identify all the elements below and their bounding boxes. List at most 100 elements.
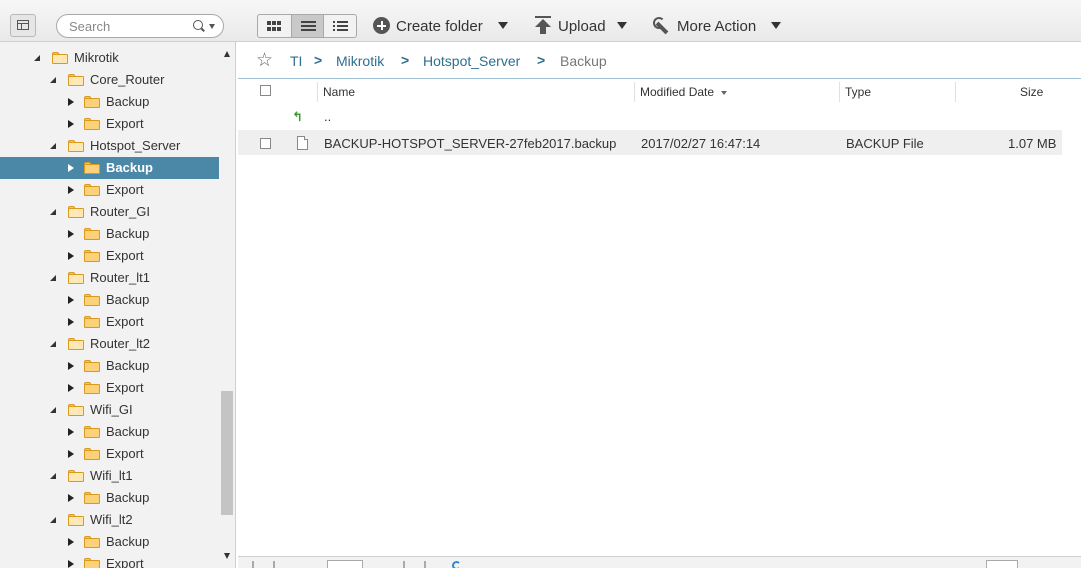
upload-button[interactable]: Upload <box>534 15 634 37</box>
tree-item-child[interactable]: Backup <box>0 223 219 245</box>
tree-item-group[interactable]: Wifi_lt1 <box>0 465 219 487</box>
collapsed-triangle-icon[interactable] <box>68 384 74 392</box>
tree-item-child[interactable]: Backup <box>0 421 219 443</box>
paging-bar <box>238 556 1081 568</box>
tree-item-group[interactable]: Hotspot_Server <box>0 135 219 157</box>
tree-item-child[interactable]: Backup <box>0 157 219 179</box>
search-icon[interactable] <box>193 20 203 30</box>
folder-icon <box>68 272 84 284</box>
tree-item-child[interactable]: Export <box>0 311 219 333</box>
sidebar-scrollbar[interactable] <box>219 42 235 568</box>
previous-page-icon[interactable] <box>273 561 283 568</box>
tree-item-child[interactable]: Backup <box>0 355 219 377</box>
tree-item-child[interactable]: Backup <box>0 487 219 509</box>
tree-item-child[interactable]: Export <box>0 443 219 465</box>
scrollbar-thumb[interactable] <box>221 391 233 515</box>
first-page-icon[interactable] <box>252 561 262 568</box>
column-size[interactable]: Size <box>1020 85 1043 99</box>
thumbnail-view-button[interactable] <box>258 15 291 37</box>
detail-view-button[interactable] <box>324 15 356 37</box>
collapsed-triangle-icon[interactable] <box>68 252 74 260</box>
collapsed-triangle-icon[interactable] <box>68 230 74 238</box>
collapsed-triangle-icon[interactable] <box>68 362 74 370</box>
column-type[interactable]: Type <box>845 85 871 99</box>
breadcrumb-item[interactable]: Hotspot_Server <box>423 53 520 69</box>
upload-icon <box>534 16 552 35</box>
breadcrumb-separator: > <box>401 52 410 68</box>
create-folder-label: Create folder <box>396 18 483 35</box>
refresh-icon[interactable] <box>452 561 461 568</box>
column-modified-date[interactable]: Modified Date <box>640 85 714 99</box>
tree-item-child[interactable]: Backup <box>0 289 219 311</box>
dropdown-caret-icon[interactable] <box>617 22 627 29</box>
folder-icon <box>84 294 100 306</box>
tree-item-group[interactable]: Wifi_lt2 <box>0 509 219 531</box>
select-all-checkbox[interactable] <box>260 85 271 96</box>
tree-item-child[interactable]: Backup <box>0 91 219 113</box>
expanded-triangle-icon[interactable] <box>50 341 56 347</box>
tree-item-group[interactable]: Router_GI <box>0 201 219 223</box>
collapsed-triangle-icon[interactable] <box>68 120 74 128</box>
folder-icon <box>84 228 100 240</box>
dropdown-caret-icon[interactable] <box>498 22 508 29</box>
tree-item-group[interactable]: Router_lt1 <box>0 267 219 289</box>
expanded-triangle-icon[interactable] <box>50 473 56 479</box>
folder-icon <box>68 140 84 152</box>
tree-item-group[interactable]: Core_Router <box>0 69 219 91</box>
toggle-sidebar-button[interactable] <box>10 14 36 37</box>
collapsed-triangle-icon[interactable] <box>68 494 74 502</box>
more-action-button[interactable]: More Action <box>653 15 788 37</box>
tree-item-root[interactable]: Mikrotik <box>0 47 219 69</box>
collapsed-triangle-icon[interactable] <box>68 318 74 326</box>
expanded-triangle-icon[interactable] <box>50 517 56 523</box>
create-folder-button[interactable]: Create folder <box>373 15 513 37</box>
tree-item-label: Wifi_GI <box>90 402 133 417</box>
breadcrumb-item[interactable]: Mikrotik <box>336 53 384 69</box>
row-checkbox[interactable] <box>260 138 271 149</box>
expanded-triangle-icon[interactable] <box>50 275 56 281</box>
star-icon[interactable]: ☆ <box>256 51 273 70</box>
tree-item-group[interactable]: Router_lt2 <box>0 333 219 355</box>
list-icon <box>301 21 316 31</box>
collapsed-triangle-icon[interactable] <box>68 98 74 106</box>
breadcrumb-item[interactable]: TI <box>290 53 302 69</box>
expanded-triangle-icon[interactable] <box>50 143 56 149</box>
scroll-down-arrow-icon[interactable] <box>224 553 230 559</box>
tree-item-label: Export <box>106 116 144 131</box>
table-row[interactable]: BACKUP-HOTSPOT_SERVER-27feb2017.backup 2… <box>238 130 1062 155</box>
tree-item-label: Router_lt2 <box>90 336 150 351</box>
file-list-header: Name Modified Date Type Size <box>238 80 1081 104</box>
chevron-down-icon[interactable] <box>209 24 215 29</box>
collapsed-triangle-icon[interactable] <box>68 538 74 546</box>
expanded-triangle-icon[interactable] <box>34 55 40 61</box>
parent-folder-row[interactable]: ↰ .. <box>238 106 1081 128</box>
collapsed-triangle-icon[interactable] <box>68 296 74 304</box>
tree-item-child[interactable]: Export <box>0 245 219 267</box>
dropdown-caret-icon[interactable] <box>771 22 781 29</box>
tree-item-child[interactable]: Export <box>0 553 219 568</box>
file-modified-date: 2017/02/27 16:47:14 <box>641 136 761 151</box>
page-number-input[interactable] <box>327 560 363 568</box>
last-page-icon[interactable] <box>424 561 434 568</box>
list-view-button[interactable] <box>291 15 324 37</box>
tree-item-child[interactable]: Export <box>0 179 219 201</box>
collapsed-triangle-icon[interactable] <box>68 450 74 458</box>
tree-item-child[interactable]: Export <box>0 377 219 399</box>
collapsed-triangle-icon[interactable] <box>68 428 74 436</box>
collapsed-triangle-icon[interactable] <box>68 560 74 568</box>
expanded-triangle-icon[interactable] <box>50 77 56 83</box>
tree-item-group[interactable]: Wifi_GI <box>0 399 219 421</box>
folder-icon <box>68 404 84 416</box>
scroll-up-arrow-icon[interactable] <box>224 51 230 57</box>
next-page-icon[interactable] <box>403 561 413 568</box>
collapsed-triangle-icon[interactable] <box>68 164 74 172</box>
page-size-select[interactable] <box>986 560 1018 568</box>
collapsed-triangle-icon[interactable] <box>68 186 74 194</box>
column-name[interactable]: Name <box>323 85 355 99</box>
expanded-triangle-icon[interactable] <box>50 209 56 215</box>
search-input[interactable] <box>69 18 187 34</box>
tree-item-child[interactable]: Backup <box>0 531 219 553</box>
expanded-triangle-icon[interactable] <box>50 407 56 413</box>
tree-item-child[interactable]: Export <box>0 113 219 135</box>
search-box[interactable] <box>56 14 224 38</box>
